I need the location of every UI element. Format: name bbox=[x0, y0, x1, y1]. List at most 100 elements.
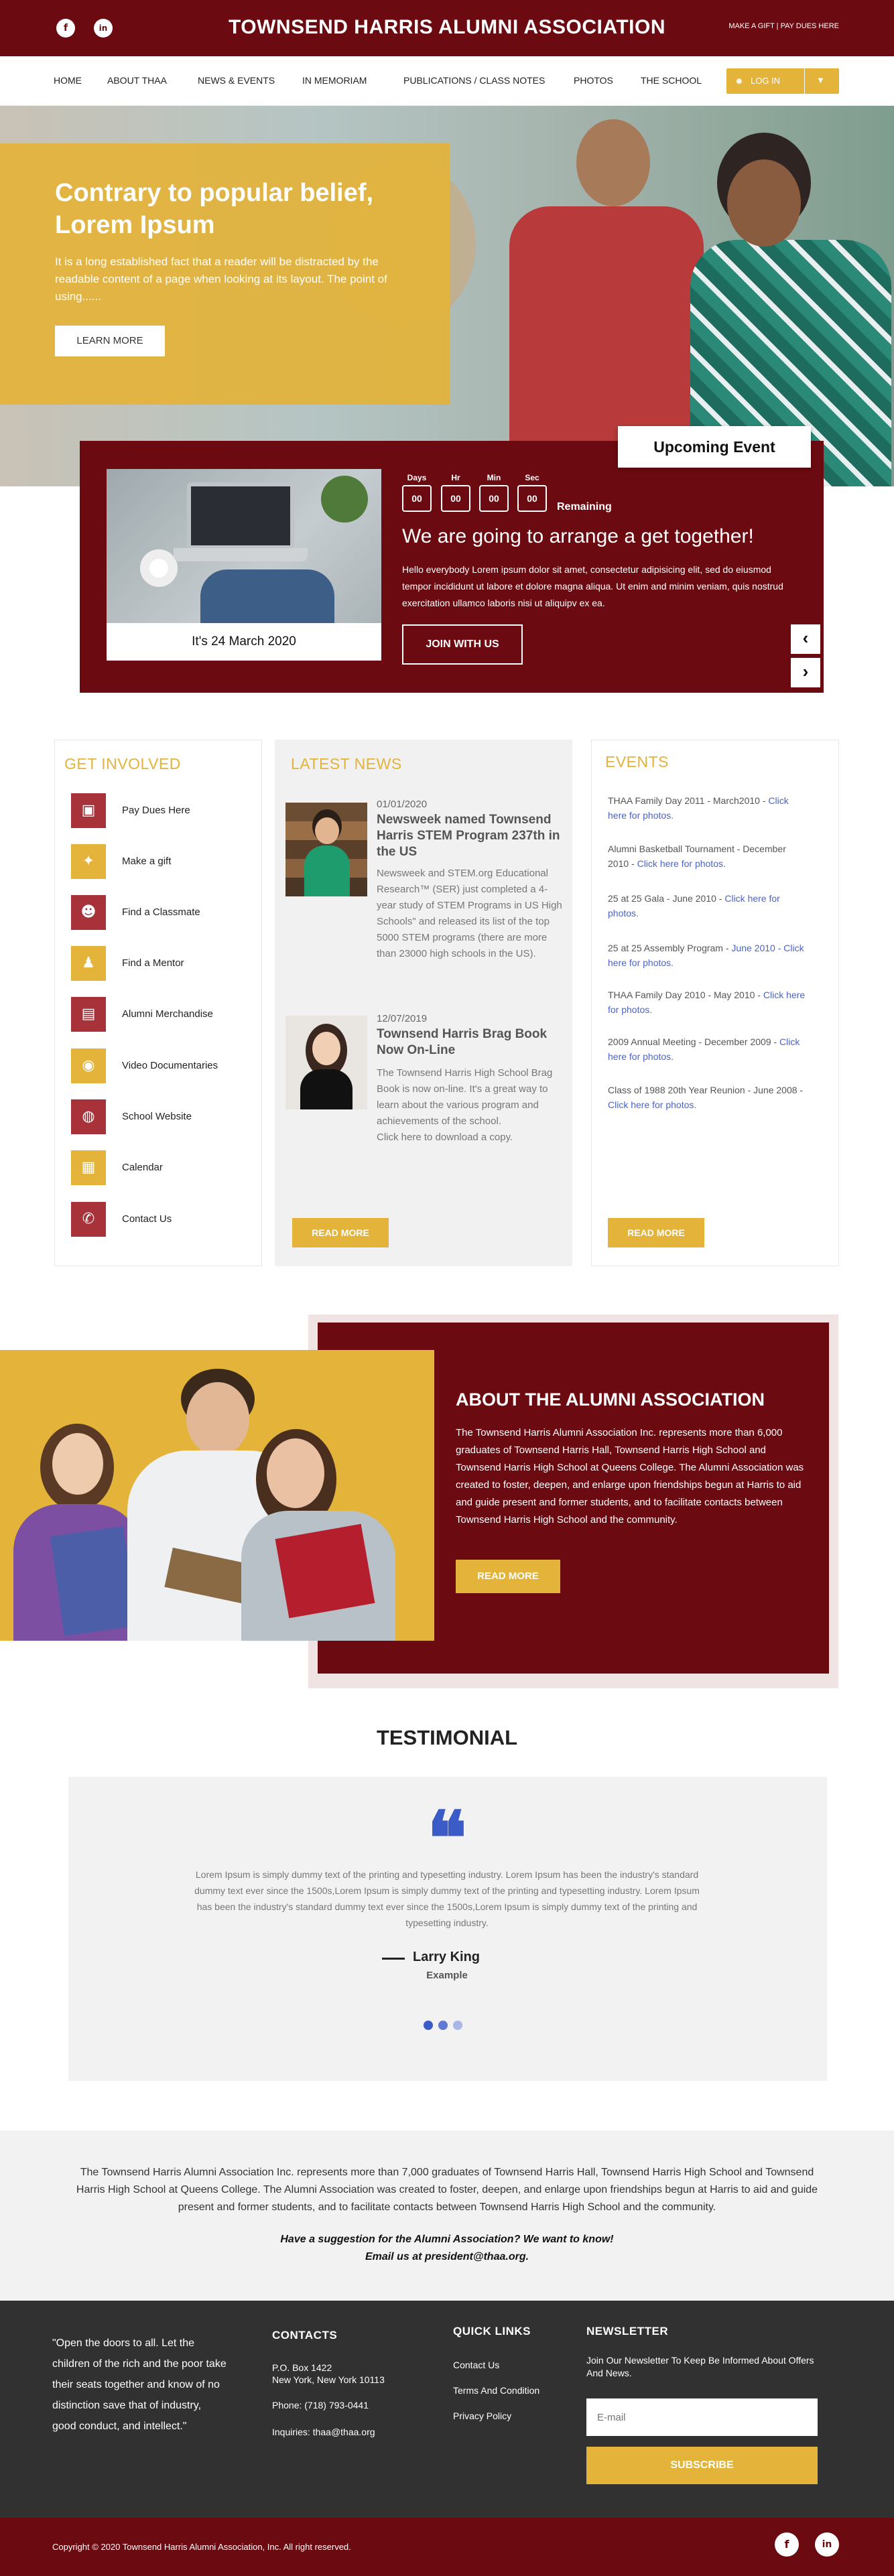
chevron-right-icon[interactable]: › bbox=[791, 658, 820, 687]
book-shape bbox=[275, 1523, 375, 1619]
news-date: 12/07/2019 bbox=[377, 1013, 428, 1024]
copyright-text: Copyright © 2020 Townsend Harris Alumni … bbox=[52, 2542, 351, 2552]
person-body-shape bbox=[304, 845, 350, 896]
event-image bbox=[107, 469, 381, 623]
quick-link-contact[interactable]: Contact Us bbox=[453, 2358, 499, 2372]
carousel-dot[interactable] bbox=[438, 2021, 448, 2030]
event-photos-link[interactable]: Click here for photos. bbox=[637, 858, 726, 869]
event-item: 25 at 25 Assembly Program - June 2010 - … bbox=[608, 941, 809, 970]
event-description: Hello everybody Lorem ipsum dolor sit am… bbox=[402, 564, 783, 608]
email-input[interactable] bbox=[586, 2398, 818, 2436]
subscribe-button[interactable]: SUBSCRIBE bbox=[586, 2447, 818, 2484]
testimonial-text: Lorem Ipsum is simply dummy text of the … bbox=[194, 1869, 700, 1928]
event-photos-link[interactable]: Click here for photos. bbox=[608, 1099, 696, 1110]
address-line: P.O. Box 1422 bbox=[272, 2362, 332, 2373]
nav-publications[interactable]: PUBLICATIONS / CLASS NOTES bbox=[403, 75, 545, 86]
news-title[interactable]: Newsweek named Townsend Harris STEM Prog… bbox=[377, 812, 571, 860]
countdown-value: 00 bbox=[402, 485, 432, 512]
about-read-more-button[interactable]: READ MORE bbox=[456, 1560, 560, 1593]
nav-the-school[interactable]: THE SCHOOL bbox=[641, 75, 702, 86]
learn-more-button[interactable]: LEARN MORE bbox=[55, 326, 165, 356]
countdown-value: 00 bbox=[517, 485, 547, 512]
globe-icon: ◍ bbox=[71, 1099, 106, 1134]
get-involved-label: School Website bbox=[122, 1111, 192, 1122]
quick-link-privacy[interactable]: Privacy Policy bbox=[453, 2409, 511, 2423]
news-text: The Townsend Harris High School Brag Boo… bbox=[377, 1067, 553, 1143]
join-with-us-button[interactable]: JOIN WITH US bbox=[402, 624, 523, 665]
countdown-label: Hr bbox=[451, 473, 460, 482]
linkedin-icon[interactable]: in bbox=[815, 2532, 839, 2557]
location-icon: ◉ bbox=[71, 1048, 106, 1083]
news-read-more-button[interactable]: READ MORE bbox=[292, 1218, 389, 1247]
mentor-icon: ♟ bbox=[71, 946, 106, 981]
event-item: THAA Family Day 2010 - May 2010 - Click … bbox=[608, 988, 809, 1017]
latest-news-title: LATEST NEWS bbox=[291, 755, 402, 772]
remaining-label: Remaining bbox=[557, 501, 612, 513]
event-text: THAA Family Day 2010 - May 2010 - bbox=[608, 990, 763, 1000]
person-face-shape bbox=[312, 1032, 340, 1065]
shirt-icon: ▤ bbox=[71, 997, 106, 1032]
countdown-value: 00 bbox=[479, 485, 509, 512]
event-text: THAA Family Day 2011 - March2010 - bbox=[608, 795, 769, 806]
event-text: 25 at 25 Assembly Program - bbox=[608, 943, 732, 953]
nav-news-events[interactable]: NEWS & EVENTS bbox=[198, 75, 275, 86]
student-face-shape bbox=[52, 1433, 103, 1495]
info-text: The Townsend Harris Alumni Association I… bbox=[76, 2167, 818, 2213]
get-involved-label: Find a Classmate bbox=[122, 906, 200, 918]
event-item: THAA Family Day 2011 - March2010 - Click… bbox=[608, 793, 809, 823]
chevron-down-icon[interactable]: ▼ bbox=[816, 75, 825, 85]
nav-in-memoriam[interactable]: IN MEMORIAM bbox=[302, 75, 367, 86]
quick-link-terms[interactable]: Terms And Condition bbox=[453, 2384, 539, 2397]
carousel-dot[interactable] bbox=[453, 2021, 462, 2030]
dash-divider bbox=[382, 1958, 405, 1960]
newsletter-title: NEWSLETTER bbox=[586, 2325, 669, 2337]
get-involved-label: Make a gift bbox=[122, 856, 172, 867]
login-button[interactable]: ☻ LOG IN ▼ bbox=[726, 68, 839, 94]
laptop-base-shape bbox=[174, 548, 308, 561]
suggestion-text: Have a suggestion for the Alumni Associa… bbox=[0, 2231, 894, 2266]
address-line: New York, New York 10113 bbox=[272, 2374, 385, 2385]
nav-photos[interactable]: PHOTOS bbox=[574, 75, 613, 86]
news-title[interactable]: Townsend Harris Brag Book Now On-Line bbox=[377, 1026, 571, 1059]
carousel-dot[interactable] bbox=[424, 2021, 433, 2030]
contacts-title: CONTACTS bbox=[272, 2329, 338, 2342]
get-involved-label: Video Documentaries bbox=[122, 1060, 218, 1071]
event-date: It's 24 March 2020 bbox=[107, 623, 381, 661]
person-face-shape bbox=[315, 817, 339, 844]
search-person-icon: ☻ bbox=[71, 895, 106, 930]
footer-quote: "Open the doors to all. Let the children… bbox=[52, 2337, 227, 2432]
countdown-label: Min bbox=[487, 473, 501, 482]
get-involved-title: GET INVOLVED bbox=[64, 755, 181, 772]
events-read-more-button[interactable]: READ MORE bbox=[608, 1218, 704, 1247]
nav-about[interactable]: ABOUT THAA bbox=[107, 75, 167, 86]
news-image bbox=[285, 1016, 367, 1109]
student-face-shape bbox=[267, 1438, 324, 1508]
plant-shape bbox=[321, 476, 368, 523]
chevron-left-icon[interactable]: ‹ bbox=[791, 624, 820, 654]
top-links[interactable]: MAKE A GIFT | PAY DUES HERE bbox=[728, 22, 839, 30]
upcoming-event-tab: Upcoming Event bbox=[618, 426, 811, 468]
countdown-minutes: Min 00 bbox=[478, 473, 510, 512]
get-involved-label: Find a Mentor bbox=[122, 957, 184, 969]
hero-text: It is a long established fact that a rea… bbox=[55, 255, 387, 303]
get-involved-label: Contact Us bbox=[122, 1213, 172, 1225]
book-shape bbox=[50, 1526, 137, 1636]
event-item: Alumni Basketball Tournament - December … bbox=[608, 841, 809, 871]
event-text: 25 at 25 Gala - June 2010 - bbox=[608, 893, 725, 904]
news-text: Newsweek and STEM.org Educational Resear… bbox=[377, 868, 562, 959]
top-bar: f in TOWNSEND HARRIS ALUMNI ASSOCIATION … bbox=[0, 0, 894, 56]
person-body-shape bbox=[300, 1069, 353, 1109]
facebook-icon[interactable]: f bbox=[775, 2532, 799, 2557]
inquiries-text[interactable]: Inquiries: thaa@thaa.org bbox=[272, 2425, 375, 2439]
news-date: 01/01/2020 bbox=[377, 799, 428, 810]
news-image bbox=[285, 803, 367, 896]
testimonial-title: TESTIMONIAL bbox=[376, 1726, 518, 1749]
event-item: 2009 Annual Meeting - December 2009 - Cl… bbox=[608, 1034, 809, 1064]
event-text: 2009 Annual Meeting - December 2009 - bbox=[608, 1036, 780, 1047]
nav-home[interactable]: HOME bbox=[54, 75, 82, 86]
testimonial-role: Example bbox=[426, 1970, 468, 1981]
calendar-icon: ▦ bbox=[71, 1150, 106, 1185]
email-line[interactable]: Email us at president@thaa.org. bbox=[0, 2248, 894, 2266]
newsletter-text: Join Our Newsletter To Keep Be Informed … bbox=[586, 2355, 814, 2378]
main-nav: HOME ABOUT THAA NEWS & EVENTS IN MEMORIA… bbox=[0, 56, 894, 106]
